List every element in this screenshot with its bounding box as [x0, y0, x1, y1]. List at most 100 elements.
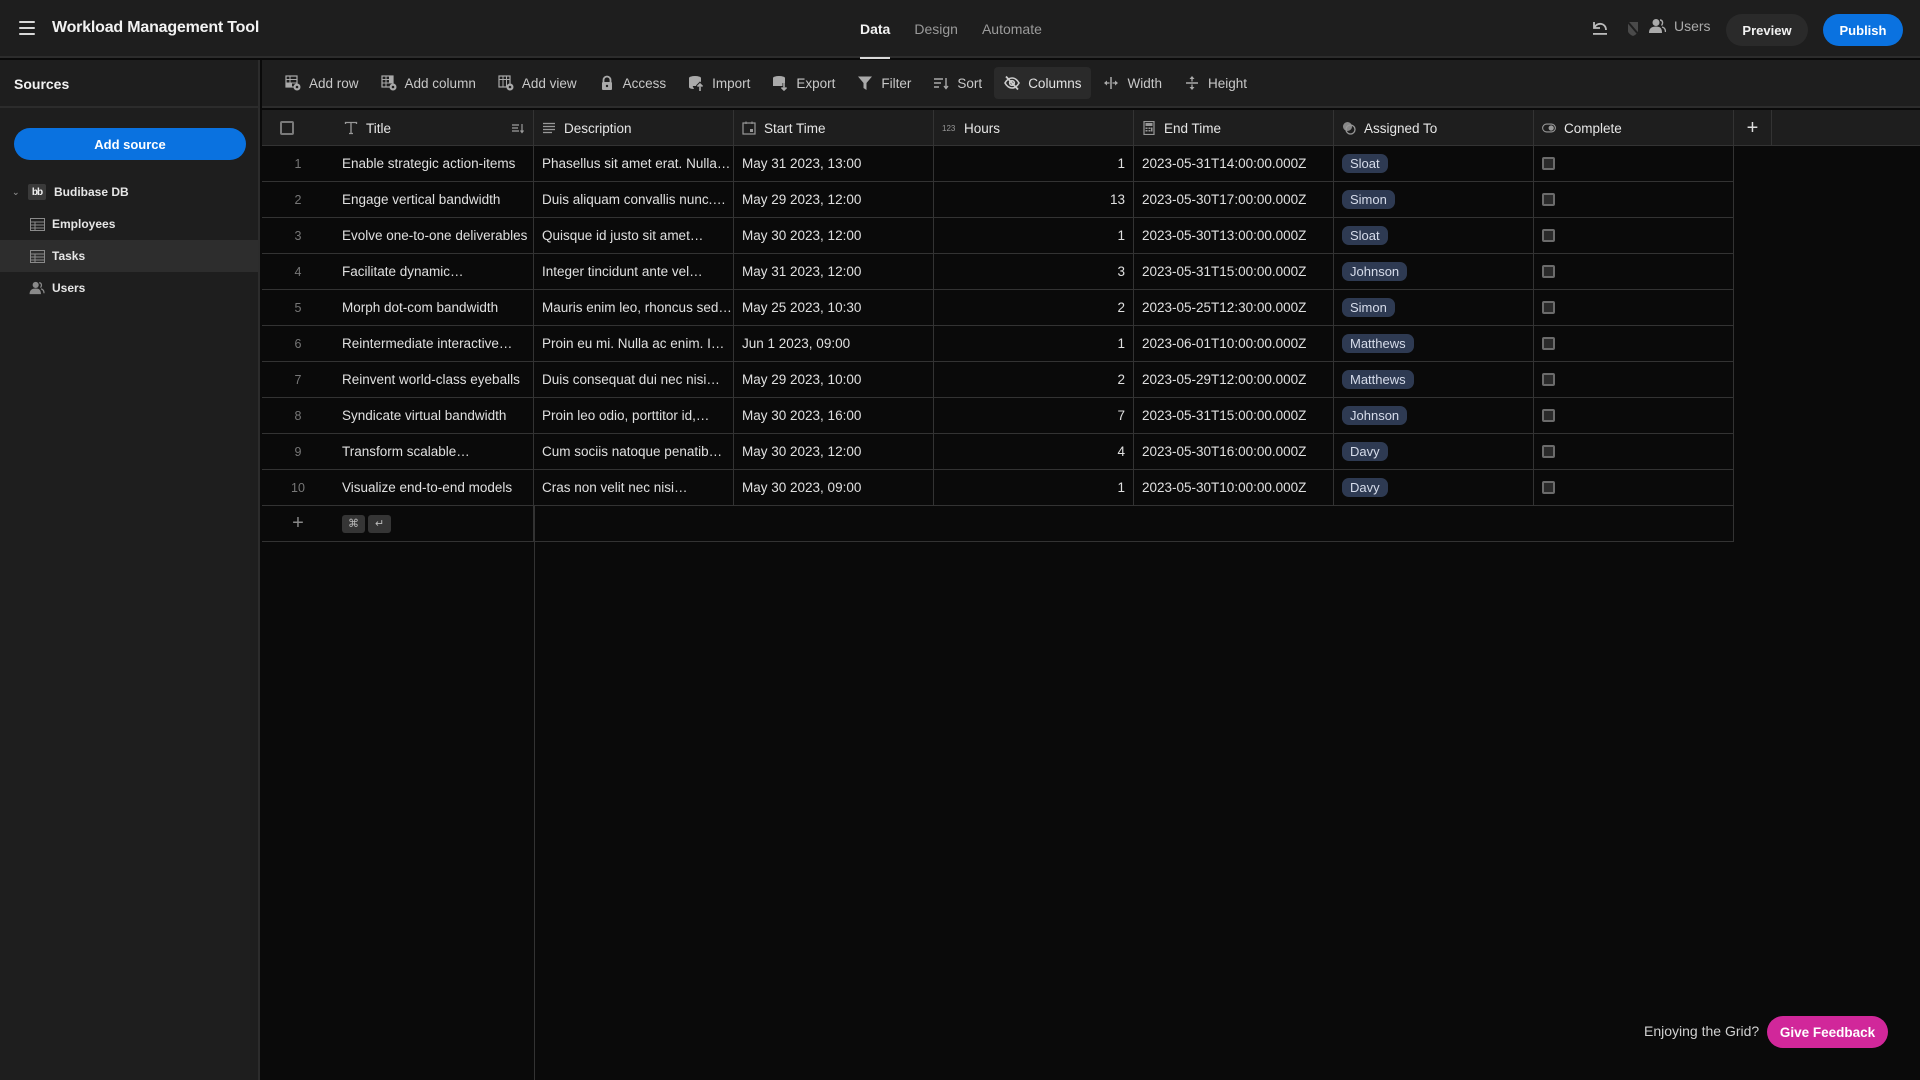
tab-automate[interactable]: Automate: [982, 0, 1042, 58]
complete-checkbox[interactable]: [1542, 409, 1555, 422]
cell-hours[interactable]: 13: [934, 182, 1134, 218]
datasource-budibase-db[interactable]: ⌄ bb Budibase DB: [0, 176, 258, 208]
row-number[interactable]: 10: [262, 470, 334, 506]
sort-button[interactable]: Sort: [923, 67, 992, 99]
cell-hours[interactable]: 2: [934, 290, 1134, 326]
row-number[interactable]: 4: [262, 254, 334, 290]
width-button[interactable]: Width: [1093, 67, 1172, 99]
tab-design[interactable]: Design: [914, 0, 958, 58]
column-header-assigned-to[interactable]: Assigned To: [1334, 110, 1534, 146]
cell-complete[interactable]: [1534, 290, 1734, 326]
cell-title[interactable]: Visualize end-to-end models: [334, 470, 534, 506]
cell-hours[interactable]: 7: [934, 398, 1134, 434]
cell-title[interactable]: Syndicate virtual bandwidth: [334, 398, 534, 434]
assignee-badge[interactable]: Sloat: [1342, 154, 1388, 173]
cell-description[interactable]: Quisque id justo sit amet…: [534, 218, 734, 254]
import-button[interactable]: Import: [678, 67, 760, 99]
row-number[interactable]: 6: [262, 326, 334, 362]
column-header-description[interactable]: Description: [534, 110, 734, 146]
publish-button[interactable]: Publish: [1823, 14, 1903, 46]
complete-checkbox[interactable]: [1542, 445, 1555, 458]
cell-assigned[interactable]: Simon: [1334, 290, 1534, 326]
revert-icon[interactable]: [1591, 20, 1609, 36]
cell-end[interactable]: 2023-05-29T12:00:00.000Z: [1134, 362, 1334, 398]
cell-assigned[interactable]: Matthews: [1334, 362, 1534, 398]
cell-end[interactable]: 2023-05-31T15:00:00.000Z: [1134, 398, 1334, 434]
height-button[interactable]: Height: [1174, 67, 1257, 99]
cell-end[interactable]: 2023-05-30T16:00:00.000Z: [1134, 434, 1334, 470]
cell-end[interactable]: 2023-05-25T12:30:00.000Z: [1134, 290, 1334, 326]
export-button[interactable]: Export: [762, 67, 845, 99]
table-row[interactable]: 9 Transform scalable… Cum sociis natoque p…: [262, 434, 1734, 470]
new-row-empty[interactable]: [534, 506, 1734, 542]
cell-complete[interactable]: [1534, 326, 1734, 362]
row-number[interactable]: 1: [262, 146, 334, 182]
column-header-complete[interactable]: Complete: [1534, 110, 1734, 146]
cell-complete[interactable]: [1534, 398, 1734, 434]
cell-end[interactable]: 2023-05-30T13:00:00.000Z: [1134, 218, 1334, 254]
cell-start[interactable]: May 30 2023, 09:00: [734, 470, 934, 506]
complete-checkbox[interactable]: [1542, 157, 1555, 170]
complete-checkbox[interactable]: [1542, 373, 1555, 386]
assignee-badge[interactable]: Simon: [1342, 298, 1395, 317]
cell-title[interactable]: Enable strategic action-items: [334, 146, 534, 182]
table-row[interactable]: 8 Syndicate virtual bandwidth Proin leo od…: [262, 398, 1734, 434]
column-header-end-time[interactable]: End Time: [1134, 110, 1334, 146]
sidebar-item-users[interactable]: Users: [0, 272, 258, 304]
access-button[interactable]: Access: [589, 67, 677, 99]
cell-assigned[interactable]: Simon: [1334, 182, 1534, 218]
row-number[interactable]: 7: [262, 362, 334, 398]
cell-complete[interactable]: [1534, 362, 1734, 398]
cell-hours[interactable]: 1: [934, 218, 1134, 254]
users-button[interactable]: Users: [1649, 18, 1711, 34]
cell-complete[interactable]: [1534, 470, 1734, 506]
cell-description[interactable]: Cum sociis natoque penatib…: [534, 434, 734, 470]
cell-assigned[interactable]: Sloat: [1334, 146, 1534, 182]
table-row[interactable]: 4 Facilitate dynamic… Integer tincidunt an…: [262, 254, 1734, 290]
table-row[interactable]: 3 Evolve one-to-one deliverables Quisque i…: [262, 218, 1734, 254]
add-row-button[interactable]: Add row: [275, 67, 369, 99]
sidebar-item-employees[interactable]: Employees: [0, 208, 258, 240]
version-history-icon[interactable]: [1625, 19, 1641, 37]
cell-assigned[interactable]: Johnson: [1334, 254, 1534, 290]
cell-title[interactable]: Facilitate dynamic…: [334, 254, 534, 290]
cell-start[interactable]: Jun 1 2023, 09:00: [734, 326, 934, 362]
cell-start[interactable]: May 30 2023, 12:00: [734, 434, 934, 470]
sidebar-item-tasks[interactable]: Tasks: [0, 240, 258, 272]
column-header-hours[interactable]: 123 Hours: [934, 110, 1134, 146]
table-row[interactable]: 7 Reinvent world-class eyeballs Duis conse…: [262, 362, 1734, 398]
sort-indicator-icon[interactable]: [511, 121, 525, 135]
menu-icon[interactable]: [19, 21, 35, 35]
cell-complete[interactable]: [1534, 254, 1734, 290]
cell-complete[interactable]: [1534, 218, 1734, 254]
cell-description[interactable]: Mauris enim leo, rhoncus sed…: [534, 290, 734, 326]
complete-checkbox[interactable]: [1542, 265, 1555, 278]
add-column-header-button[interactable]: +: [1734, 110, 1772, 146]
cell-title[interactable]: Reintermediate interactive…: [334, 326, 534, 362]
row-number[interactable]: 8: [262, 398, 334, 434]
table-row[interactable]: 2 Engage vertical bandwidth Duis aliquam c…: [262, 182, 1734, 218]
cell-start[interactable]: May 30 2023, 12:00: [734, 218, 934, 254]
give-feedback-button[interactable]: Give Feedback: [1767, 1016, 1888, 1048]
cell-start[interactable]: May 25 2023, 10:30: [734, 290, 934, 326]
table-row[interactable]: 5 Morph dot-com bandwidth Mauris enim leo,…: [262, 290, 1734, 326]
cell-hours[interactable]: 2: [934, 362, 1134, 398]
assignee-badge[interactable]: Davy: [1342, 442, 1388, 461]
add-row-plus-button[interactable]: +: [262, 506, 334, 542]
chevron-down-icon[interactable]: ⌄: [12, 187, 22, 198]
tab-data[interactable]: Data: [860, 0, 891, 59]
cell-description[interactable]: Proin eu mi. Nulla ac enim. I…: [534, 326, 734, 362]
cell-complete[interactable]: [1534, 146, 1734, 182]
add-view-button[interactable]: Add view: [488, 67, 587, 99]
cell-end[interactable]: 2023-05-30T10:00:00.000Z: [1134, 470, 1334, 506]
assignee-badge[interactable]: Sloat: [1342, 226, 1388, 245]
cell-assigned[interactable]: Johnson: [1334, 398, 1534, 434]
cell-end[interactable]: 2023-05-31T15:00:00.000Z: [1134, 254, 1334, 290]
cell-assigned[interactable]: Davy: [1334, 470, 1534, 506]
cell-start[interactable]: May 29 2023, 12:00: [734, 182, 934, 218]
complete-checkbox[interactable]: [1542, 481, 1555, 494]
complete-checkbox[interactable]: [1542, 193, 1555, 206]
assignee-badge[interactable]: Matthews: [1342, 334, 1414, 353]
cell-assigned[interactable]: Matthews: [1334, 326, 1534, 362]
cell-start[interactable]: May 31 2023, 13:00: [734, 146, 934, 182]
